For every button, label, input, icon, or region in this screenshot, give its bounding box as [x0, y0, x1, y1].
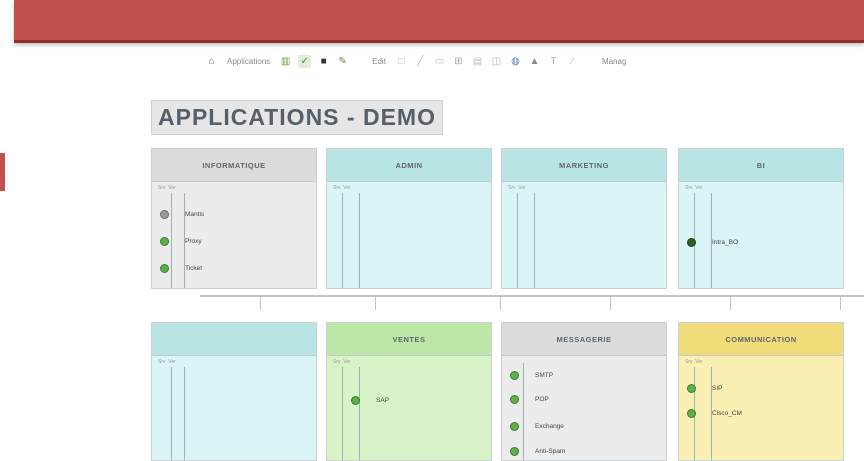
- status-icon: [160, 237, 169, 246]
- column-labels: Srv Ver: [333, 185, 351, 191]
- group-header: VENTES: [327, 323, 491, 356]
- manage-menu[interactable]: Manag: [599, 57, 629, 66]
- status-icon: [687, 384, 696, 393]
- home-icon[interactable]: ⌂: [205, 55, 218, 68]
- status-icon: [510, 371, 519, 380]
- pencil-icon[interactable]: ✎: [336, 55, 349, 68]
- status-icon: [160, 264, 169, 273]
- list-item[interactable]: SIP: [687, 384, 722, 393]
- column-labels: Srv Ver: [508, 185, 526, 191]
- group-unnamed[interactable]: Srv Ver: [151, 322, 317, 461]
- shape-icon[interactable]: ▲: [528, 55, 541, 68]
- list-item[interactable]: Exchange: [510, 422, 564, 431]
- column-labels: Srv Ver: [158, 359, 176, 365]
- group-informatique[interactable]: INFORMATIQUE Srv Ver Mantis Proxy Ticket: [151, 148, 317, 289]
- list-item[interactable]: POP: [510, 395, 549, 404]
- column-labels: Srv Ver: [158, 185, 176, 191]
- group-header: MARKETING: [502, 149, 666, 182]
- group-header: COMMUNICATION: [679, 323, 843, 356]
- group-ventes[interactable]: VENTES Srv Ver SAP: [326, 322, 492, 461]
- status-icon: [351, 396, 360, 405]
- column-labels: Srv Ver: [685, 185, 703, 191]
- list-item[interactable]: Cisco_CM: [687, 409, 742, 418]
- group-communication[interactable]: COMMUNICATION Srv Ver SIP Cisco_CM: [678, 322, 844, 461]
- list-item[interactable]: Ticket: [160, 264, 202, 273]
- group-header: MESSAGERIE: [502, 323, 666, 356]
- list-item[interactable]: Anti-Spam: [510, 447, 565, 456]
- top-banner: [14, 0, 864, 43]
- link-icon[interactable]: ⁄: [566, 55, 579, 68]
- group-connector: [200, 290, 864, 310]
- list-item[interactable]: Mantis: [160, 210, 204, 219]
- applications-menu[interactable]: Applications: [224, 57, 273, 66]
- check-icon[interactable]: ✓: [298, 54, 312, 68]
- list-item[interactable]: SMTP: [510, 371, 553, 380]
- toolbar: ⌂ Applications ▥ ✓ ■ ✎ Edit □ ╱ ▭ ⊞ ▤ ◫ …: [205, 50, 864, 72]
- edit-menu[interactable]: Edit: [369, 57, 389, 66]
- status-icon: [510, 422, 519, 431]
- group-bi[interactable]: BI Srv Ver Intra_BO: [678, 148, 844, 289]
- group-messagerie[interactable]: MESSAGERIE SMTP POP Exchange Anti-Spam: [501, 322, 667, 461]
- rectangle-icon[interactable]: ▭: [433, 55, 446, 68]
- grid-icon[interactable]: ⊞: [452, 55, 465, 68]
- group-header: ADMIN: [327, 149, 491, 182]
- box-icon[interactable]: □: [395, 55, 408, 68]
- status-icon: [687, 409, 696, 418]
- group-marketing[interactable]: MARKETING Srv Ver: [501, 148, 667, 289]
- comment-icon[interactable]: ■: [317, 55, 330, 68]
- table-icon[interactable]: ▤: [471, 55, 484, 68]
- side-marker: [0, 153, 5, 191]
- group-admin[interactable]: ADMIN Srv Ver: [326, 148, 492, 289]
- text-icon[interactable]: T: [547, 55, 560, 68]
- status-icon: [160, 210, 169, 219]
- globe-icon[interactable]: ◍: [509, 55, 522, 68]
- group-header: INFORMATIQUE: [152, 149, 316, 182]
- image-icon[interactable]: ◫: [490, 55, 503, 68]
- chart-icon[interactable]: ▥: [279, 55, 292, 68]
- list-item[interactable]: Proxy: [160, 237, 202, 246]
- line-icon[interactable]: ╱: [414, 55, 427, 68]
- column-labels: Srv Ver: [333, 359, 351, 365]
- column-labels: Srv Ver: [685, 359, 703, 365]
- group-header: BI: [679, 149, 843, 182]
- status-icon: [687, 238, 696, 247]
- list-item[interactable]: SAP: [351, 396, 389, 405]
- page-title: APPLICATIONS - DEMO: [151, 100, 443, 135]
- list-item[interactable]: Intra_BO: [687, 238, 738, 247]
- status-icon: [510, 395, 519, 404]
- status-icon: [510, 447, 519, 456]
- group-header: [152, 323, 316, 356]
